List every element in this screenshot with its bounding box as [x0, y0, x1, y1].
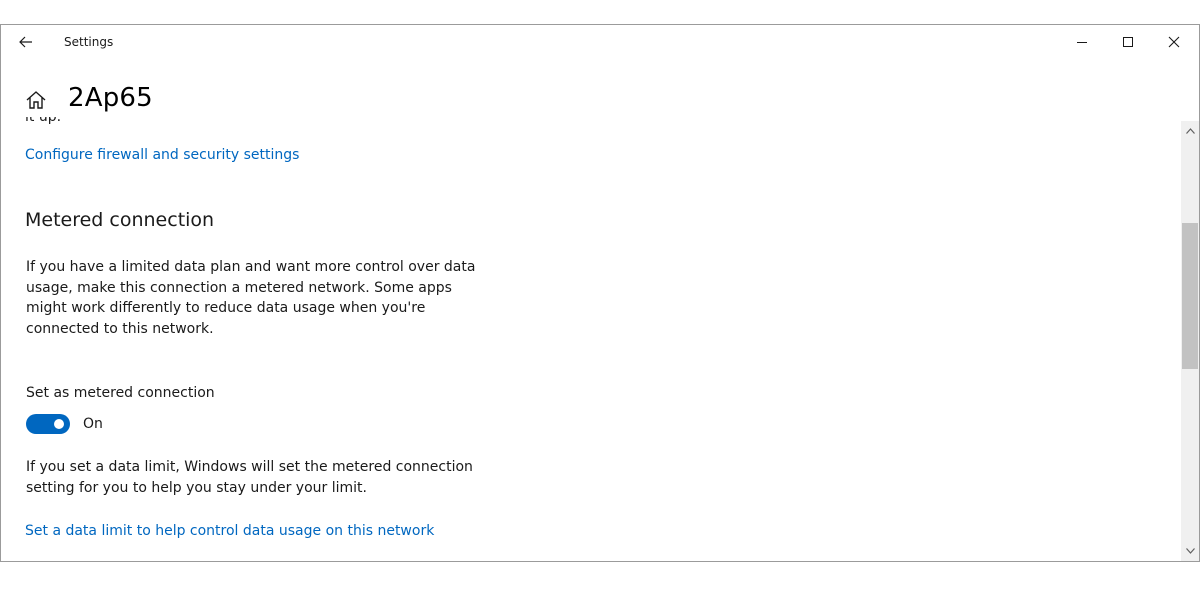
data-limit-note: If you set a data limit, Windows will se… — [26, 459, 473, 496]
metered-connection-heading: Metered connection — [25, 209, 215, 231]
back-arrow-icon — [19, 36, 32, 48]
page-header: 2Ap65 — [1, 81, 1181, 121]
home-icon[interactable] — [25, 89, 47, 111]
back-button[interactable] — [11, 29, 41, 55]
page-title: 2Ap65 — [68, 83, 153, 113]
settings-window: Settings 2Ap65 it up. Configure firewall — [0, 24, 1200, 562]
scrollbar-thumb[interactable] — [1182, 223, 1198, 369]
window-title: Settings — [64, 35, 114, 49]
data-limit-link[interactable]: Set a data limit to help control data us… — [25, 523, 434, 539]
minimize-button[interactable] — [1059, 25, 1105, 59]
chevron-down-icon — [1185, 548, 1195, 554]
metered-toggle-label: Set as metered connection — [26, 385, 215, 401]
firewall-settings-link[interactable]: Configure firewall and security settings — [25, 147, 299, 163]
scroll-down-button[interactable] — [1181, 543, 1199, 559]
close-button[interactable] — [1151, 25, 1197, 59]
maximize-button[interactable] — [1105, 25, 1151, 59]
minimize-icon — [1077, 42, 1087, 43]
scroll-up-button[interactable] — [1181, 123, 1199, 139]
maximize-icon — [1123, 37, 1133, 47]
toggle-state-text: On — [83, 416, 103, 432]
toggle-knob — [54, 419, 64, 429]
title-bar: Settings — [1, 25, 1199, 59]
settings-content: it up. Configure firewall and security s… — [25, 117, 1165, 561]
close-icon — [1168, 36, 1180, 48]
metered-description: If you have a limited data plan and want… — [26, 259, 476, 337]
vertical-scrollbar[interactable] — [1181, 121, 1199, 561]
clipped-text: it up. — [25, 117, 62, 125]
metered-connection-toggle[interactable] — [26, 414, 70, 434]
chevron-up-icon — [1185, 128, 1195, 134]
